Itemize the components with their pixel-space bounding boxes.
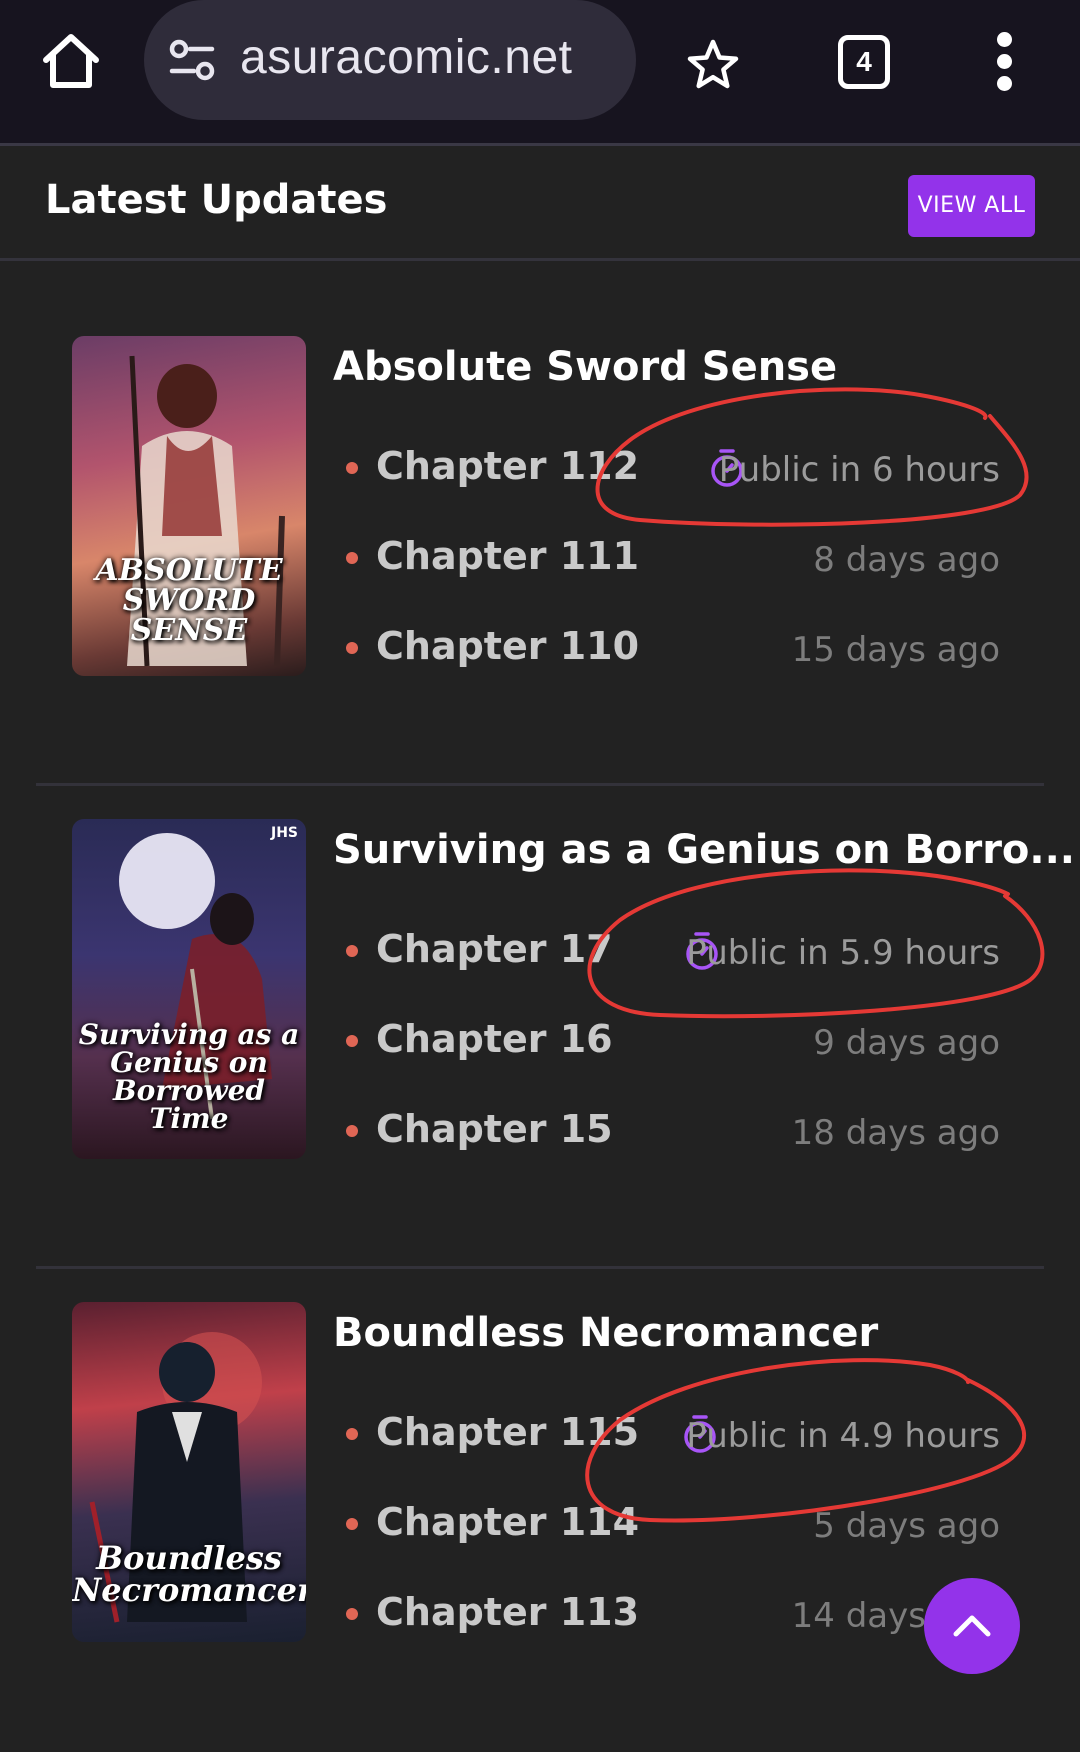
chapter-row[interactable]: Chapter 15 18 days ago — [346, 1103, 1042, 1163]
chapter-row[interactable]: Chapter 111 8 days ago — [346, 530, 1042, 590]
chapter-label[interactable]: Chapter 111 — [376, 534, 639, 578]
series-cover[interactable]: Boundless Necromancer — [72, 1302, 306, 1642]
bullet-icon — [346, 945, 358, 957]
series-card: ABSOLUTE SWORD SENSE Absolute Sword Sens… — [36, 336, 1044, 786]
series-card: JHS Surviving as a Genius on Borrowed Ti… — [36, 819, 1075, 1269]
series-title[interactable]: Boundless Necromancer — [333, 1310, 878, 1356]
bullet-icon — [346, 1518, 358, 1530]
chapter-release-time: Public in 4.9 hours — [686, 1416, 1000, 1456]
chapter-release-time: 15 days ago — [791, 630, 1000, 670]
chapter-label[interactable]: Chapter 17 — [376, 927, 613, 971]
series-card: Boundless Necromancer Boundless Necroman… — [36, 1302, 1044, 1752]
chapter-row[interactable]: Chapter 115 Public in 4.9 hours — [346, 1406, 1042, 1466]
browser-toolbar: asuracomic.net 4 — [0, 0, 1080, 146]
cover-title: Surviving as a Genius on Borrowed Time — [78, 1018, 300, 1135]
chapter-row[interactable]: Chapter 16 9 days ago — [346, 1013, 1042, 1073]
series-title[interactable]: Surviving as a Genius on Borro... — [333, 827, 1075, 873]
chapter-release-time: 18 days ago — [791, 1113, 1000, 1153]
more-vert-icon[interactable] — [992, 32, 1016, 92]
bullet-icon — [346, 462, 358, 474]
latest-updates-header: Latest Updates VIEW ALL — [0, 149, 1080, 261]
scroll-to-top-button[interactable] — [924, 1578, 1020, 1674]
section-title: Latest Updates — [45, 177, 388, 223]
chapter-label[interactable]: Chapter 110 — [376, 624, 639, 668]
address-bar[interactable]: asuracomic.net — [144, 0, 636, 120]
chapter-label[interactable]: Chapter 114 — [376, 1500, 639, 1544]
bullet-icon — [346, 1608, 358, 1620]
chapter-release-time: Public in 6 hours — [718, 450, 1000, 490]
chapter-release-time: 5 days ago — [813, 1506, 1000, 1546]
chapter-label[interactable]: Chapter 16 — [376, 1017, 613, 1061]
site-settings-icon[interactable] — [168, 38, 216, 82]
cover-title: ABSOLUTE SWORD SENSE — [95, 553, 283, 648]
series-cover[interactable]: JHS Surviving as a Genius on Borrowed Ti… — [72, 819, 306, 1159]
view-all-button[interactable]: VIEW ALL — [908, 175, 1035, 237]
bullet-icon — [346, 1428, 358, 1440]
chapter-row[interactable]: Chapter 110 15 days ago — [346, 620, 1042, 680]
cover-badge: JHS — [270, 825, 298, 841]
bullet-icon — [346, 1035, 358, 1047]
chapter-release-time: Public in 5.9 hours — [686, 933, 1000, 973]
chapter-row[interactable]: Chapter 17 Public in 5.9 hours — [346, 923, 1042, 983]
star-icon[interactable] — [684, 36, 742, 94]
bullet-icon — [346, 552, 358, 564]
chapter-label[interactable]: Chapter 112 — [376, 444, 639, 488]
bullet-icon — [346, 1125, 358, 1137]
chapter-release-time: 8 days ago — [813, 540, 1000, 580]
bullet-icon — [346, 642, 358, 654]
chapter-row[interactable]: Chapter 114 5 days ago — [346, 1496, 1042, 1556]
chapter-release-time: 9 days ago — [813, 1023, 1000, 1063]
series-cover[interactable]: ABSOLUTE SWORD SENSE — [72, 336, 306, 676]
chapter-label[interactable]: Chapter 15 — [376, 1107, 613, 1151]
url-text[interactable]: asuracomic.net — [240, 30, 572, 85]
tabs-icon[interactable]: 4 — [838, 35, 890, 89]
series-title[interactable]: Absolute Sword Sense — [333, 344, 837, 390]
chapter-label[interactable]: Chapter 115 — [376, 1410, 639, 1454]
chevron-up-icon — [953, 1615, 991, 1637]
home-icon[interactable] — [38, 28, 104, 94]
chapter-row[interactable]: Chapter 112 Public in 6 hours — [346, 440, 1042, 500]
chapter-label[interactable]: Chapter 113 — [376, 1590, 639, 1634]
cover-title: Boundless Necromancer — [72, 1539, 306, 1609]
